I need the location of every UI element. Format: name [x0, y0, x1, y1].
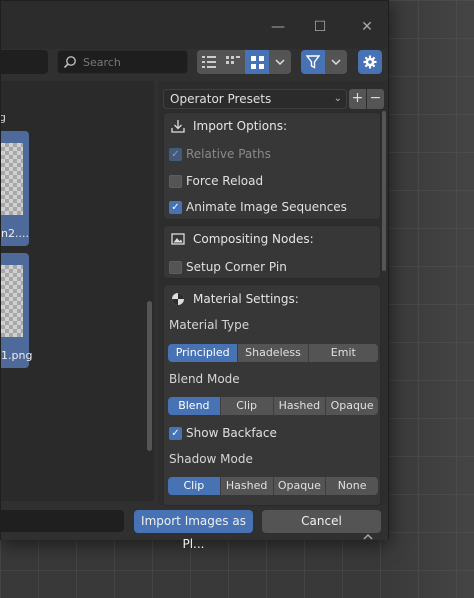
import-icon: [171, 120, 185, 133]
import-options-section: Import Options: ✓ Relative Paths Force R…: [163, 112, 381, 220]
material-type-shadeless[interactable]: Shadeless: [238, 344, 309, 362]
display-horizontal-icon[interactable]: [221, 50, 245, 74]
file-list[interactable]: g n2.... 1.png: [1, 81, 154, 501]
setup-corner-pin-label: Setup Corner Pin: [186, 260, 287, 274]
filter-options-chevron-down-icon[interactable]: [325, 50, 347, 74]
blend-mode-selector: Blend Clip Hashed Opaque: [168, 397, 378, 415]
filter-icon[interactable]: [301, 50, 325, 74]
cancel-button[interactable]: Cancel: [262, 510, 381, 533]
compositing-nodes-section: Compositing Nodes: Setup Corner Pin: [163, 225, 381, 279]
title-bar: — ☐ ✕: [1, 1, 388, 49]
file-browser-window: — ☐ ✕ Search g n2.... 1.png Operator Pre…: [0, 0, 389, 551]
chevron-down-icon: ⌄: [333, 93, 342, 104]
display-thumbnails-icon[interactable]: [245, 50, 269, 74]
force-reload-label: Force Reload: [186, 174, 264, 188]
material-settings-section: Material Settings: Material Type Princip…: [163, 284, 381, 506]
checkmark-icon: ✓: [169, 426, 182, 440]
shadow-mode-none[interactable]: None: [326, 477, 378, 495]
add-preset-button[interactable]: +: [349, 89, 366, 109]
operator-presets-row: Operator Presets ⌄ + −: [163, 89, 384, 109]
shadow-mode-label: Shadow Mode: [169, 452, 253, 466]
file-thumbnail[interactable]: 1.png: [1, 253, 33, 368]
checkmark-icon: ✓: [169, 200, 182, 214]
material-type-selector: Principled Shadeless Emit: [168, 344, 378, 362]
remove-preset-button[interactable]: −: [367, 89, 384, 109]
import-images-button[interactable]: Import Images as Pl...: [134, 510, 253, 551]
checkmark-icon: ✓: [169, 147, 182, 161]
setup-corner-pin-checkbox[interactable]: Setup Corner Pin: [169, 258, 287, 276]
blend-mode-blend[interactable]: Blend: [168, 397, 221, 415]
blend-mode-label: Blend Mode: [169, 372, 240, 386]
file-thumbnail[interactable]: n2....: [1, 131, 29, 246]
operator-presets-label: Operator Presets: [170, 92, 272, 106]
checkbox-box: [169, 260, 182, 274]
file-name: 1.png: [1, 349, 33, 362]
directory-label: g: [1, 111, 6, 124]
search-input[interactable]: Search: [57, 50, 188, 74]
settings-scrollbar[interactable]: [382, 111, 386, 271]
show-backface-label: Show Backface: [186, 426, 277, 440]
compositing-nodes-header: Compositing Nodes:: [164, 226, 380, 252]
minimize-icon[interactable]: —: [264, 15, 292, 39]
material-type-emit[interactable]: Emit: [308, 344, 378, 362]
search-placeholder: Search: [83, 55, 121, 69]
material-type-principled[interactable]: Principled: [168, 344, 239, 362]
shadow-mode-clip[interactable]: Clip: [168, 477, 221, 495]
shadow-mode-selector: Clip Hashed Opaque None: [168, 477, 378, 495]
search-icon: [63, 56, 76, 69]
show-backface-checkbox[interactable]: ✓ Show Backface: [169, 424, 277, 442]
import-options-title: Import Options:: [193, 119, 287, 133]
material-type-label: Material Type: [169, 318, 250, 332]
shadow-mode-hashed[interactable]: Hashed: [220, 477, 274, 495]
file-list-scrollbar[interactable]: [147, 301, 152, 451]
material-sphere-icon: [172, 293, 184, 305]
blend-mode-hashed[interactable]: Hashed: [273, 397, 327, 415]
transparent-image-preview: [1, 143, 23, 215]
file-toolbar: Search: [0, 49, 388, 77]
gear-icon[interactable]: [358, 50, 382, 74]
maximize-icon[interactable]: ☐: [306, 15, 334, 39]
operator-presets-dropdown[interactable]: Operator Presets ⌄: [163, 89, 347, 109]
filename-input[interactable]: [0, 510, 124, 532]
shadow-mode-opaque[interactable]: Opaque: [273, 477, 327, 495]
import-settings-panel: Operator Presets ⌄ + − Import Options: ✓…: [158, 81, 388, 506]
checkbox-box: [169, 174, 182, 188]
bottom-bar: Import Images as Pl... Cancel: [0, 506, 388, 551]
blend-mode-opaque[interactable]: Opaque: [326, 397, 378, 415]
image-node-icon: [171, 233, 185, 245]
blend-mode-clip[interactable]: Clip: [220, 397, 274, 415]
path-field[interactable]: [0, 50, 48, 74]
display-options-chevron-down-icon[interactable]: [269, 50, 291, 74]
material-settings-title: Material Settings:: [193, 292, 299, 306]
force-reload-checkbox[interactable]: Force Reload: [169, 172, 263, 190]
animate-sequences-label: Animate Image Sequences: [186, 200, 347, 214]
close-icon[interactable]: ✕: [353, 15, 381, 39]
transparent-image-preview: [1, 265, 23, 337]
compositing-nodes-title: Compositing Nodes:: [193, 232, 314, 246]
material-settings-header: Material Settings:: [164, 285, 380, 313]
file-name: n2....: [1, 227, 29, 240]
display-list-icon[interactable]: [197, 50, 221, 74]
relative-paths-label: Relative Paths: [186, 147, 271, 161]
relative-paths-checkbox[interactable]: ✓ Relative Paths: [169, 145, 271, 163]
animate-sequences-checkbox[interactable]: ✓ Animate Image Sequences: [169, 198, 347, 216]
import-options-header: Import Options:: [164, 113, 380, 139]
resize-chevron-up-icon[interactable]: [362, 533, 374, 541]
